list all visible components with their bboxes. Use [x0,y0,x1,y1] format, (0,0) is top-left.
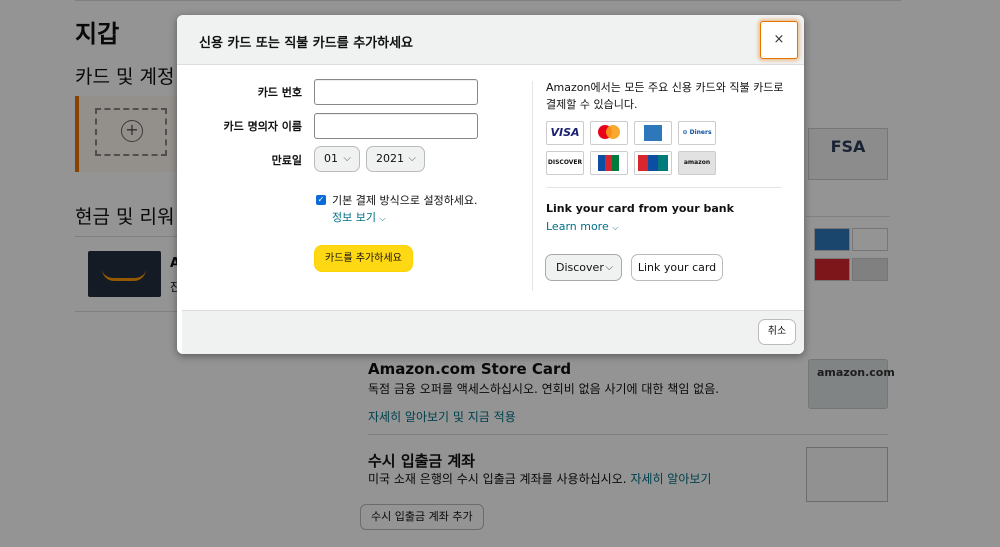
visa-logo-icon: VISA [546,121,584,145]
add-card-button[interactable]: 카드를 추가하세요 [314,245,413,272]
cardholder-name-input[interactable] [314,113,478,139]
accepted-cards-description: Amazon에서는 모든 주요 신용 카드와 직불 카드로 결제할 수 있습니다… [546,81,784,111]
bank-select[interactable]: Discover ⌵ [545,254,622,281]
expiry-year-value: 2021 [376,152,404,165]
chevron-down-icon: ⌵ [408,153,416,164]
card-number-input[interactable] [314,79,478,105]
default-payment-checkbox[interactable]: ✓ [316,195,326,205]
chevron-down-icon: ⌵ [379,214,386,223]
column-divider [532,81,533,291]
link-bank-title: Link your card from your bank [546,202,734,215]
modal-title: 신용 카드 또는 직불 카드를 추가하세요 [199,36,413,51]
learn-more-link[interactable]: Learn more ⌵ [546,220,618,233]
chevron-down-icon: ⌵ [605,262,613,273]
diners-club-logo-icon: ⊙ Diners [678,121,716,145]
amex-logo-icon [634,121,672,145]
unionpay-logo-icon [634,151,672,175]
info-link-text: 정보 보기 [332,211,376,224]
modal-header: 신용 카드 또는 직불 카드를 추가하세요 × [177,15,804,65]
chevron-down-icon: ⌵ [343,153,351,164]
default-payment-label: 기본 결제 방식으로 설정하세요. [332,194,478,207]
discover-logo-icon: DISCOVER [546,151,584,175]
jcb-logo-icon [590,151,628,175]
card-number-label: 카드 번호 [257,86,302,99]
mastercard-logo-icon [590,121,628,145]
expiry-label: 만료일 [271,154,302,167]
expiry-month-value: 01 [324,152,338,165]
link-card-button[interactable]: Link your card [631,254,723,281]
close-button[interactable]: × [760,21,798,59]
cancel-button[interactable]: 취소 [758,319,796,345]
add-card-modal: 신용 카드 또는 직불 카드를 추가하세요 × 카드 번호 카드 명의자 이름 … [177,15,804,354]
expiry-year-select[interactable]: 2021 ⌵ [366,146,425,172]
expiry-month-select[interactable]: 01 ⌵ [314,146,360,172]
learn-more-text: Learn more [546,220,609,233]
right-divider [546,187,782,188]
cardholder-name-label: 카드 명의자 이름 [223,120,303,133]
modal-footer: 취소 [182,310,804,354]
info-link[interactable]: 정보 보기 ⌵ [332,209,386,225]
amazon-card-logo-icon: amazon [678,151,716,175]
bank-select-value: Discover [556,261,604,274]
chevron-down-icon: ⌵ [612,223,619,232]
